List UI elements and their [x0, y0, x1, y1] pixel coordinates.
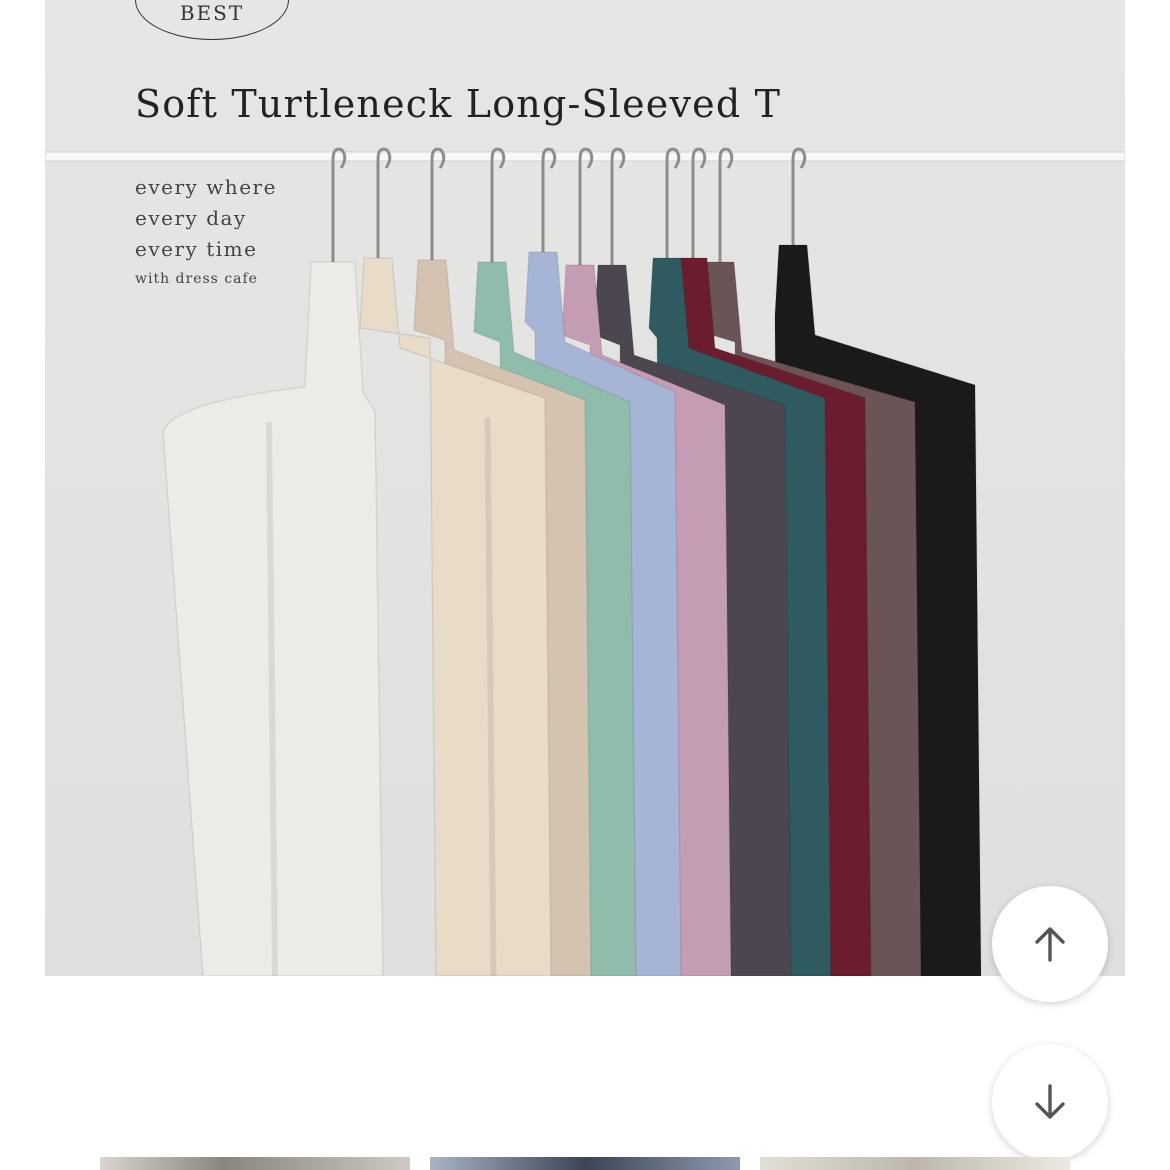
related-product-thumbnail[interactable]: [760, 1157, 1070, 1170]
scroll-to-bottom-button[interactable]: [992, 1044, 1108, 1160]
turtleneck-shirt: [162, 147, 384, 976]
arrow-up-icon: [1035, 927, 1065, 962]
turtleneck-shirt: [359, 147, 552, 976]
scroll-to-top-button[interactable]: [992, 886, 1108, 1002]
arrow-down-icon: [1035, 1084, 1065, 1119]
clothing-rack-illustration: [45, 147, 1125, 976]
hanging-rail: [45, 151, 1125, 162]
related-product-thumbnail[interactable]: [430, 1157, 740, 1170]
product-hero-image: BEST Soft Turtleneck Long-Sleeved T ever…: [45, 0, 1125, 976]
related-product-thumbnail[interactable]: [100, 1157, 410, 1170]
